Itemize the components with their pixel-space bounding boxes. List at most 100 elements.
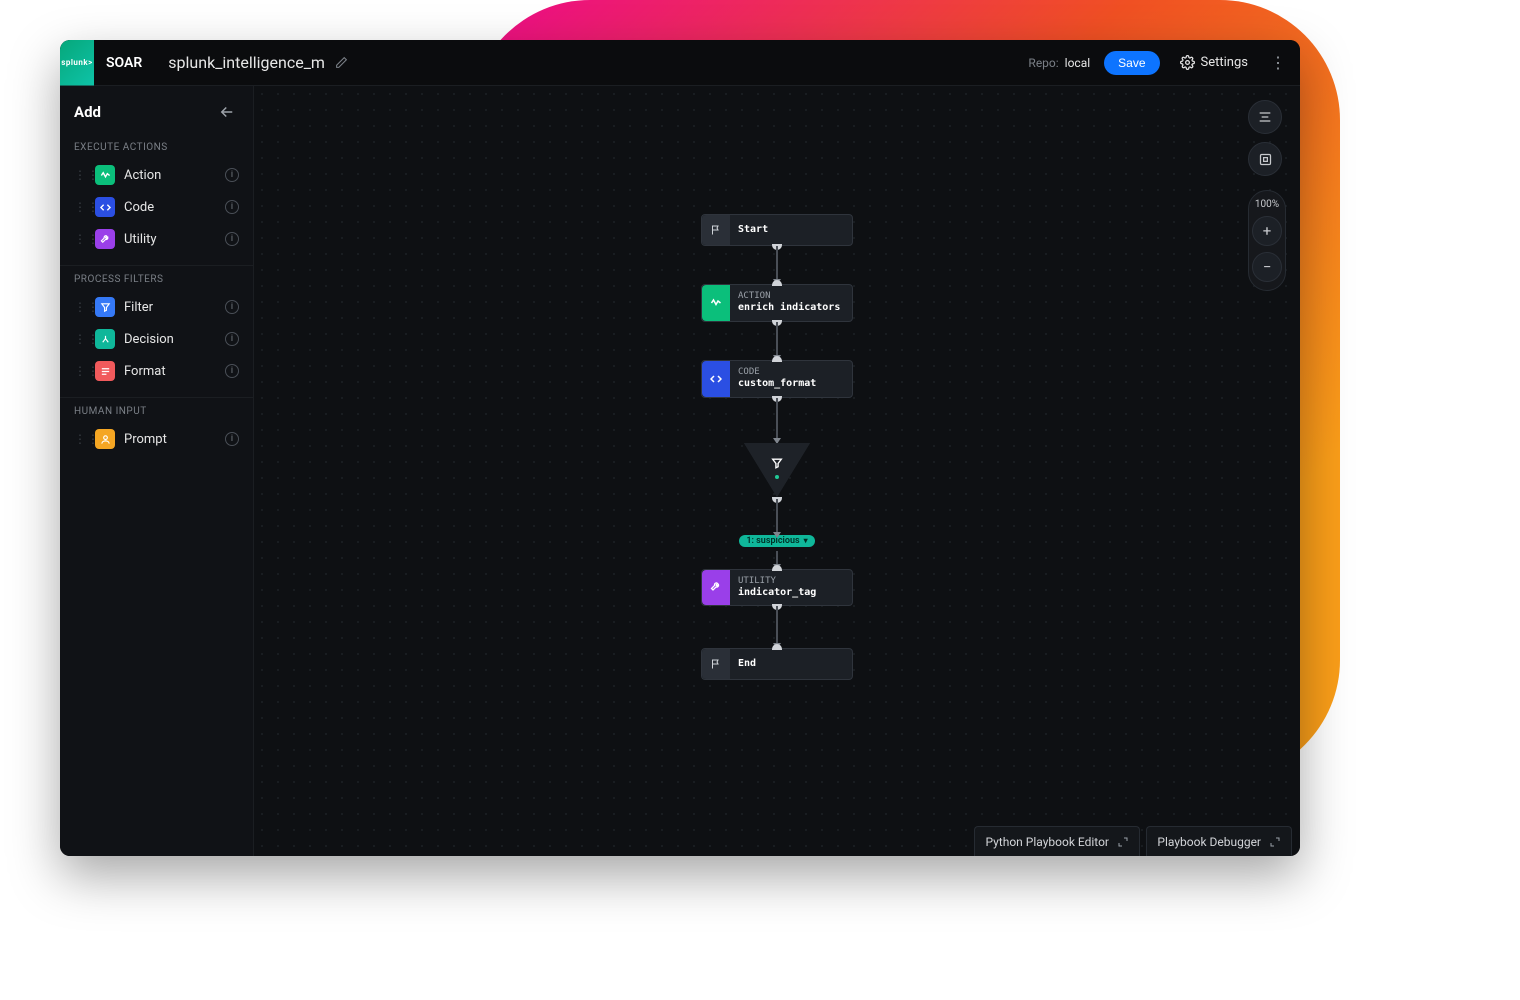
zoom-in-button[interactable]: + bbox=[1252, 216, 1282, 246]
node-label: indicator_tag bbox=[738, 587, 816, 600]
python-editor-tab[interactable]: Python Playbook Editor bbox=[974, 826, 1140, 856]
drag-handle-icon: ⋮⋮ bbox=[74, 200, 86, 214]
info-icon[interactable]: i bbox=[225, 200, 239, 214]
drag-handle-icon: ⋮⋮ bbox=[74, 432, 86, 446]
palette-item-label: Prompt bbox=[124, 432, 167, 447]
save-button[interactable]: Save bbox=[1104, 51, 1159, 75]
node-action-enrich[interactable]: ACTION enrich indicators bbox=[701, 284, 853, 322]
playbook-debugger-tab[interactable]: Playbook Debugger bbox=[1146, 826, 1292, 856]
expand-icon bbox=[1117, 836, 1129, 848]
flag-icon bbox=[710, 658, 722, 670]
prompt-icon bbox=[95, 429, 115, 449]
info-icon[interactable]: i bbox=[225, 364, 239, 378]
connector-in[interactable] bbox=[772, 565, 782, 571]
sidebar-add-panel: Add EXECUTE ACTIONS ⋮⋮ Action i ⋮⋮ Code … bbox=[60, 86, 254, 856]
connector-in[interactable] bbox=[772, 280, 782, 286]
flow-graph: Start ACTION enrich indicators bbox=[701, 214, 853, 680]
utility-icon bbox=[710, 581, 722, 593]
decision-indicator-dot bbox=[775, 475, 779, 479]
playbook-canvas[interactable]: 100% + − Start ACTION bbox=[254, 86, 1300, 856]
palette-item-format[interactable]: ⋮⋮ Format i bbox=[60, 355, 253, 387]
drag-handle-icon: ⋮⋮ bbox=[74, 364, 86, 378]
action-icon bbox=[710, 297, 722, 309]
edit-name-icon[interactable] bbox=[335, 56, 348, 69]
node-type: ACTION bbox=[738, 291, 840, 302]
palette-item-code[interactable]: ⋮⋮ Code i bbox=[60, 191, 253, 223]
palette-item-label: Code bbox=[124, 200, 154, 215]
drag-handle-icon: ⋮⋮ bbox=[74, 300, 86, 314]
auto-layout-button[interactable] bbox=[1248, 100, 1282, 134]
node-decision[interactable] bbox=[744, 443, 810, 499]
connector-in[interactable] bbox=[772, 644, 782, 650]
node-type: UTILITY bbox=[738, 576, 816, 587]
panel-tab-label: Python Playbook Editor bbox=[985, 835, 1109, 849]
connector-in[interactable] bbox=[772, 356, 782, 362]
action-icon bbox=[95, 165, 115, 185]
code-icon bbox=[95, 197, 115, 217]
palette-item-label: Action bbox=[124, 168, 161, 183]
edge[interactable] bbox=[776, 606, 778, 648]
chevron-down-icon: ▾ bbox=[804, 536, 808, 545]
app-window: splunk> SOAR splunk_intelligence_m Repo:… bbox=[60, 40, 1300, 856]
edge[interactable] bbox=[776, 322, 778, 360]
drag-handle-icon: ⋮⋮ bbox=[74, 232, 86, 246]
palette-item-utility[interactable]: ⋮⋮ Utility i bbox=[60, 223, 253, 255]
edge[interactable] bbox=[776, 398, 778, 443]
info-icon[interactable]: i bbox=[225, 300, 239, 314]
expand-icon bbox=[1269, 836, 1281, 848]
palette-item-label: Utility bbox=[124, 232, 157, 247]
node-start[interactable]: Start bbox=[701, 214, 853, 246]
section-title-filters: PROCESS FILTERS bbox=[60, 266, 253, 291]
zoom-level: 100% bbox=[1255, 199, 1279, 210]
top-bar: splunk> SOAR splunk_intelligence_m Repo:… bbox=[60, 40, 1300, 86]
drag-handle-icon: ⋮⋮ bbox=[74, 168, 86, 182]
node-label: Start bbox=[738, 224, 768, 237]
info-icon[interactable]: i bbox=[225, 432, 239, 446]
node-label: enrich indicators bbox=[738, 302, 840, 315]
drag-handle-icon: ⋮⋮ bbox=[74, 332, 86, 346]
edge[interactable] bbox=[776, 499, 778, 537]
palette-item-decision[interactable]: ⋮⋮ Decision i bbox=[60, 323, 253, 355]
decision-icon bbox=[95, 329, 115, 349]
code-icon bbox=[710, 373, 722, 385]
palette-item-label: Format bbox=[124, 364, 166, 379]
canvas-toolbar: 100% + − bbox=[1248, 100, 1286, 291]
product-name: SOAR bbox=[106, 55, 142, 71]
info-icon[interactable]: i bbox=[225, 168, 239, 182]
section-title-human: HUMAN INPUT bbox=[60, 398, 253, 423]
sidebar-back-button[interactable] bbox=[215, 100, 239, 124]
repo-value[interactable]: local bbox=[1065, 56, 1091, 70]
more-menu-icon[interactable]: ⋮ bbox=[1266, 53, 1300, 72]
settings-button[interactable]: Settings bbox=[1180, 55, 1248, 70]
section-title-execute: EXECUTE ACTIONS bbox=[60, 134, 253, 159]
node-code-custom-format[interactable]: CODE custom_format bbox=[701, 360, 853, 398]
splunk-logo[interactable]: splunk> bbox=[60, 40, 94, 86]
node-utility-indicator-tag[interactable]: UTILITY indicator_tag bbox=[701, 569, 853, 607]
repo-label: Repo: bbox=[1028, 56, 1058, 70]
playbook-name[interactable]: splunk_intelligence_m bbox=[168, 53, 325, 72]
settings-label: Settings bbox=[1201, 55, 1248, 70]
zoom-controls: 100% + − bbox=[1248, 190, 1286, 291]
node-type: CODE bbox=[738, 367, 816, 378]
panel-tab-label: Playbook Debugger bbox=[1157, 835, 1261, 849]
node-label: End bbox=[738, 658, 756, 671]
filter-icon bbox=[771, 457, 784, 470]
utility-icon bbox=[95, 229, 115, 249]
palette-item-label: Decision bbox=[124, 332, 174, 347]
filter-icon bbox=[95, 297, 115, 317]
logo-text: splunk> bbox=[61, 58, 93, 67]
palette-item-label: Filter bbox=[124, 300, 153, 315]
info-icon[interactable]: i bbox=[225, 332, 239, 346]
flag-icon bbox=[710, 224, 722, 236]
palette-item-prompt[interactable]: ⋮⋮ Prompt i bbox=[60, 423, 253, 455]
palette-item-action[interactable]: ⋮⋮ Action i bbox=[60, 159, 253, 191]
sidebar-title: Add bbox=[74, 103, 101, 121]
palette-item-filter[interactable]: ⋮⋮ Filter i bbox=[60, 291, 253, 323]
zoom-out-button[interactable]: − bbox=[1252, 252, 1282, 282]
gear-icon bbox=[1180, 55, 1195, 70]
fit-to-screen-button[interactable] bbox=[1248, 142, 1282, 176]
edge[interactable] bbox=[776, 246, 778, 284]
format-icon bbox=[95, 361, 115, 381]
node-end[interactable]: End bbox=[701, 648, 853, 680]
info-icon[interactable]: i bbox=[225, 232, 239, 246]
